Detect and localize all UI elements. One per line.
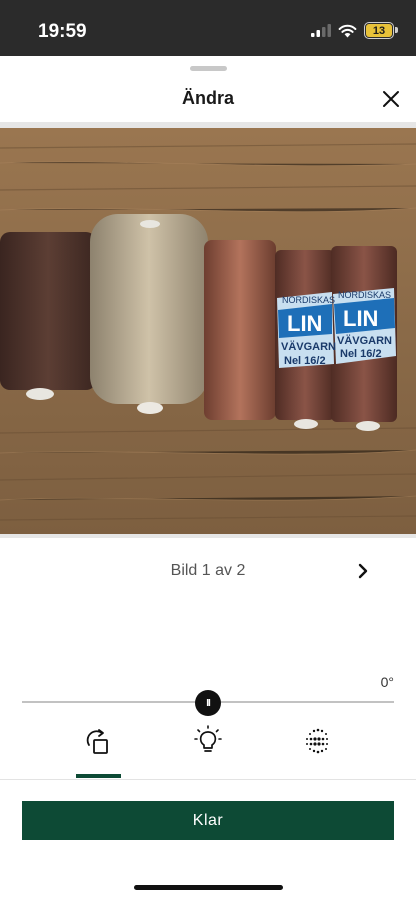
status-bar: 19:59 13 [0,0,416,56]
status-time: 19:59 [38,21,87,42]
filter-dots-icon [306,728,328,754]
photo-frame: NORDISKAS NORDISKAS LIN LIN VÄVGARN VÄVG… [0,122,416,538]
label-lin-1: LIN [287,311,322,336]
tab-rotate[interactable] [76,724,120,758]
edit-sheet: Ändra NORDISKAS NORDISKAS LIN LIN VÄVGAR… [0,56,416,900]
status-icons: 13 [311,22,398,39]
rotation-value: 0° [380,674,394,690]
label-brand-2: NORDISKAS [338,290,391,300]
sheet-title: Ändra [181,88,234,108]
lightbulb-icon [194,725,222,752]
battery-icon: 13 [364,22,398,39]
close-icon [383,91,399,107]
yarn-photo: NORDISKAS NORDISKAS LIN LIN VÄVGARN VÄVG… [0,128,416,534]
tab-filter[interactable] [296,724,340,758]
rotate-icon [86,729,108,754]
sheet-grabber[interactable] [190,66,227,71]
tab-brightness[interactable] [186,724,230,758]
label-lin-2: LIN [343,306,378,331]
home-indicator[interactable] [134,885,283,890]
rotation-slider-thumb[interactable]: II [195,690,221,716]
image-pager: Bild 1 av 2 [0,559,416,583]
label-vavgarn-1: VÄVGARN [281,340,336,353]
slider-thumb-grip: II [206,697,210,709]
label-nel-2: Nel 16/2 [340,348,382,360]
next-image-button[interactable] [352,559,374,583]
done-button[interactable]: Klar [22,801,394,840]
label-brand-1: NORDISKAS [282,295,335,305]
active-tab-indicator [76,774,121,778]
label-vavgarn-2: VÄVGARN [337,334,392,347]
wifi-icon [338,24,357,37]
divider [0,779,416,780]
chevron-right-icon [358,563,368,579]
battery-level: 13 [372,24,386,37]
close-button[interactable] [378,86,404,112]
cellular-signal-icon [311,24,331,37]
label-nel-1: Nel 16/2 [284,355,326,367]
